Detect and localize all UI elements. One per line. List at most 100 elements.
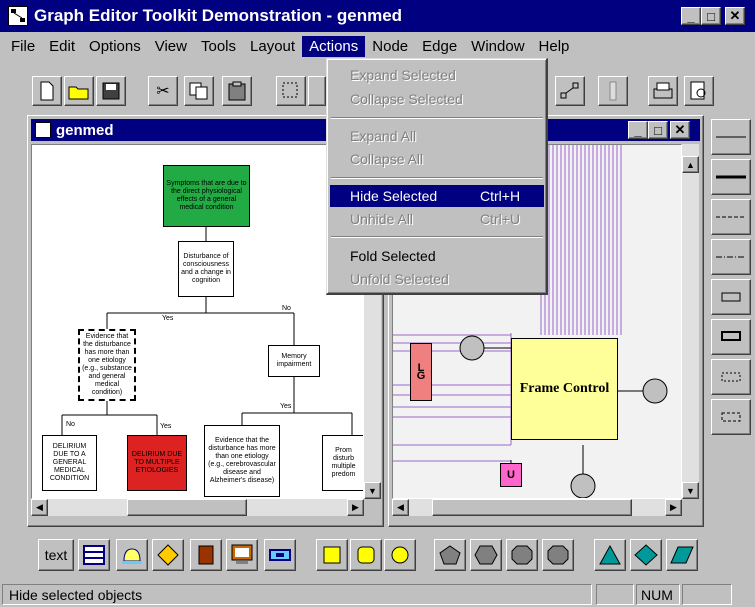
menu-item-hide-selected[interactable]: Hide Selected Ctrl+H xyxy=(330,185,544,207)
parallelogram-shape-icon[interactable] xyxy=(666,539,698,571)
list-node-icon[interactable] xyxy=(78,539,110,571)
menu-item-fold-selected[interactable]: Fold Selected xyxy=(330,245,544,267)
diamond-shape-icon[interactable] xyxy=(630,539,662,571)
menu-window[interactable]: Window xyxy=(464,36,531,57)
scroll-right-arrow[interactable]: ▶ xyxy=(347,499,364,516)
doc-minimize-button[interactable]: _ xyxy=(628,121,648,139)
open-folder-icon[interactable] xyxy=(64,76,94,106)
menu-options[interactable]: Options xyxy=(82,36,148,57)
scroll-down-arrow[interactable]: ▼ xyxy=(364,482,381,499)
square-shape-icon[interactable] xyxy=(316,539,348,571)
bell-shape-icon[interactable] xyxy=(116,539,148,571)
menu-edge[interactable]: Edge xyxy=(415,36,464,57)
node-u[interactable]: U xyxy=(500,463,522,487)
flow-node-evidence-substance[interactable]: Evidence that the disturbance has more t… xyxy=(78,329,136,401)
octagon-rounded-shape-icon[interactable] xyxy=(506,539,538,571)
edge-label-no: No xyxy=(282,305,291,312)
menu-actions[interactable]: Actions xyxy=(302,35,366,57)
rectangle-button-icon[interactable] xyxy=(264,539,296,571)
pentagon-shape-icon[interactable] xyxy=(434,539,466,571)
menu-bar: File Edit Options View Tools Layout Acti… xyxy=(0,33,755,59)
dotted-border-style-button[interactable] xyxy=(711,359,751,395)
print-icon[interactable] xyxy=(648,76,678,106)
actions-menu: Expand Selected Collapse Selected Expand… xyxy=(326,58,548,295)
window-title: Graph Editor Toolkit Demonstration - gen… xyxy=(34,6,403,25)
flow-node-prominent[interactable]: Prom disturb multiple predom xyxy=(322,435,363,491)
flow-node-disturbance[interactable]: Disturbance of consciousness and a chang… xyxy=(178,241,234,297)
menu-separator xyxy=(331,117,543,119)
dashed-line-style-button[interactable] xyxy=(711,199,751,235)
scroll-right-arrow[interactable]: ▶ xyxy=(665,499,682,516)
thick-line-style-button[interactable] xyxy=(711,159,751,195)
thick-border-style-button[interactable] xyxy=(711,319,751,355)
flow-node-memory[interactable]: Memory impairment xyxy=(268,345,320,377)
flow-node-delirium-gmc[interactable]: DELIRIUM DUE TO A GENERAL MEDICAL CONDIT… xyxy=(42,435,97,491)
dash-dot-line-style-button[interactable] xyxy=(711,239,751,275)
frame-horizontal-scrollbar[interactable]: ◀ ▶ xyxy=(392,499,682,516)
scroll-up-arrow[interactable]: ▲ xyxy=(682,156,699,173)
doc-maximize-button[interactable]: □ xyxy=(648,121,668,139)
save-icon[interactable] xyxy=(96,76,126,106)
menu-item-expand-selected[interactable]: Expand Selected xyxy=(330,64,544,86)
menu-view[interactable]: View xyxy=(148,36,194,57)
edge-label-yes: Yes xyxy=(162,315,174,322)
menu-tools[interactable]: Tools xyxy=(194,36,243,57)
minimize-button[interactable]: _ xyxy=(681,7,701,25)
menu-item-collapse-all[interactable]: Collapse All xyxy=(330,148,544,170)
menu-item-expand-all[interactable]: Expand All xyxy=(330,125,544,147)
doc-close-button[interactable]: ✕ xyxy=(670,121,690,139)
frame-vertical-scrollbar[interactable]: ▲ ▼ xyxy=(682,144,699,499)
thin-border-style-button[interactable] xyxy=(711,279,751,315)
octagon-shape-icon[interactable] xyxy=(542,539,574,571)
genmed-horizontal-scrollbar[interactable]: ◀ ▶ xyxy=(31,499,364,516)
menu-item-unhide-all[interactable]: Unhide All Ctrl+U xyxy=(330,208,544,230)
scroll-thumb[interactable] xyxy=(432,499,632,516)
maximize-button[interactable]: □ xyxy=(701,7,721,25)
menu-item-collapse-selected[interactable]: Collapse Selected xyxy=(330,88,544,110)
doc-icon xyxy=(35,122,51,138)
scroll-down-arrow[interactable]: ▼ xyxy=(682,482,699,499)
hierarchy-icon[interactable] xyxy=(598,76,628,106)
select-region-icon[interactable] xyxy=(276,76,306,106)
status-panel xyxy=(596,584,634,605)
new-file-icon[interactable] xyxy=(32,76,62,106)
scroll-left-arrow[interactable]: ◀ xyxy=(392,499,409,516)
print-preview-icon[interactable] xyxy=(684,76,714,106)
circle-shape-icon[interactable] xyxy=(384,539,416,571)
scroll-thumb[interactable] xyxy=(127,499,247,516)
book-icon[interactable] xyxy=(190,539,222,571)
menu-file[interactable]: File xyxy=(4,36,42,57)
node-frame-control[interactable]: Frame Control xyxy=(511,338,618,440)
paste-icon[interactable] xyxy=(222,76,252,106)
monitor-icon[interactable] xyxy=(226,539,258,571)
shape-palette: text xyxy=(0,527,755,579)
cut-icon[interactable]: ✂ xyxy=(148,76,178,106)
node-lg[interactable]: L G xyxy=(410,343,432,401)
app-icon xyxy=(8,6,28,26)
rounded-square-shape-icon[interactable] xyxy=(350,539,382,571)
menu-node[interactable]: Node xyxy=(365,36,415,57)
text-tool-button[interactable]: text xyxy=(38,539,74,571)
dashed-border-style-button[interactable] xyxy=(711,399,751,435)
edge-label-no: No xyxy=(66,421,75,428)
menu-help[interactable]: Help xyxy=(532,36,577,57)
thin-line-style-button[interactable] xyxy=(711,119,751,155)
flow-node-delirium-multiple[interactable]: DELIRIUM DUE TO MULTIPLE ETIOLOGIES xyxy=(127,435,187,491)
menu-layout[interactable]: Layout xyxy=(243,36,302,57)
layout-icon[interactable] xyxy=(308,76,326,106)
status-panel xyxy=(682,584,732,605)
close-button[interactable]: ✕ xyxy=(725,7,745,25)
triangle-shape-icon[interactable] xyxy=(594,539,626,571)
title-bar: Graph Editor Toolkit Demonstration - gen… xyxy=(0,0,755,32)
edge-label-yes: Yes xyxy=(280,403,292,410)
connect-nodes-icon[interactable] xyxy=(555,76,585,106)
copy-icon[interactable] xyxy=(184,76,214,106)
move-arrows-icon[interactable] xyxy=(152,539,184,571)
hexagon-shape-icon[interactable] xyxy=(470,539,502,571)
scroll-left-arrow[interactable]: ◀ xyxy=(31,499,48,516)
menu-edit[interactable]: Edit xyxy=(42,36,82,57)
flow-node-evidence-alzheimers[interactable]: Evidence that the disturbance has more t… xyxy=(204,425,280,497)
genmed-canvas[interactable]: Symptoms that are due to the direct phys… xyxy=(31,144,364,499)
flow-node-symptoms[interactable]: Symptoms that are due to the direct phys… xyxy=(163,165,250,227)
menu-item-unfold-selected[interactable]: Unfold Selected xyxy=(330,268,544,290)
